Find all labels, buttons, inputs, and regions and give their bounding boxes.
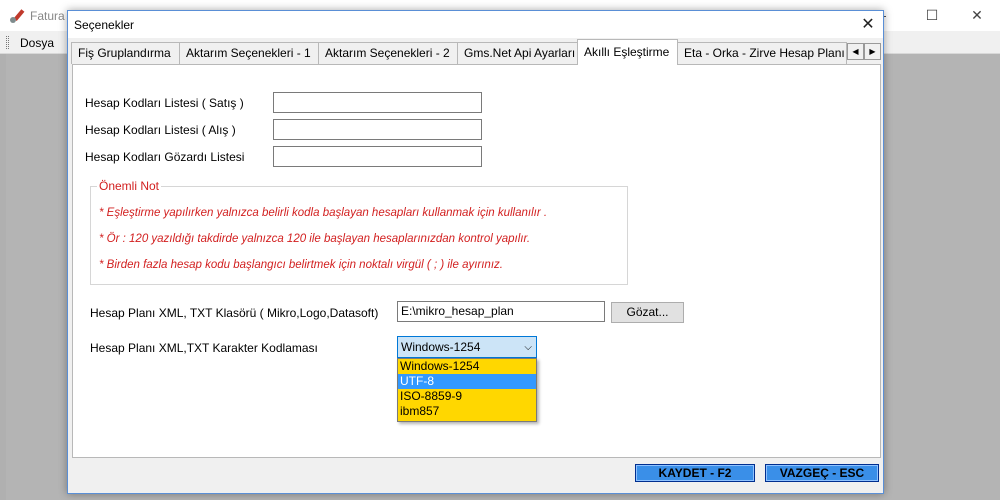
tab-strip: Fiş Gruplandırma Aktarım Seçenekleri - 1… — [71, 39, 881, 65]
note-line-2: * Ör : 120 yazıldığı takdirde yalnızca 1… — [99, 233, 531, 245]
encoding-option-ibm857[interactable]: ibm857 — [398, 404, 536, 419]
encoding-option-windows-1254[interactable]: Windows-1254 — [398, 359, 536, 374]
cancel-button[interactable]: VAZGEÇ - ESC — [765, 464, 879, 482]
folder-path-input[interactable]: E:\mikro_hesap_plan — [397, 301, 605, 322]
tab-eta-orka-zirve-hesap-plani[interactable]: Eta - Orka - Zirve Hesap Planı — [677, 42, 847, 64]
encoding-dropdown-list: Windows-1254 UTF-8 ISO-8859-9 ibm857 — [397, 358, 537, 422]
tab-scroll-left-icon[interactable]: ◀ — [847, 43, 864, 60]
tab-scroll-right-icon[interactable]: ▶ — [864, 43, 881, 60]
save-button[interactable]: KAYDET - F2 — [635, 464, 755, 482]
important-note-group: Önemli Not * Eşleştirme yapılırken yalnı… — [90, 179, 628, 285]
encoding-option-utf-8[interactable]: UTF-8 — [398, 374, 536, 389]
ignore-codes-label: Hesap Kodları Gözardı Listesi — [85, 150, 245, 164]
browse-button[interactable]: Gözat... — [611, 302, 684, 323]
tab-akilli-eslestirme[interactable]: Akıllı Eşleştirme — [577, 39, 678, 65]
dialog-title: Seçenekler — [74, 18, 135, 32]
encoding-option-iso-8859-9[interactable]: ISO-8859-9 — [398, 389, 536, 404]
encoding-select[interactable]: Windows-1254 ⌵ — [397, 336, 537, 358]
dialog-titlebar: Seçenekler ✕ — [68, 11, 883, 38]
satis-codes-label: Hesap Kodları Listesi ( Satış ) — [85, 96, 244, 110]
menu-item-dosya[interactable]: Dosya — [20, 36, 54, 50]
app-wrench-icon — [10, 9, 25, 23]
encoding-label: Hesap Planı XML,TXT Karakter Kodlaması — [90, 341, 318, 355]
main-window-title: Fatura — [30, 9, 65, 23]
dialog-close-icon[interactable]: ✕ — [853, 11, 883, 38]
tab-aktarim-secenekleri-1[interactable]: Aktarım Seçenekleri - 1 — [179, 42, 319, 64]
note-line-1: * Eşleştirme yapılırken yalnızca belirli… — [99, 207, 548, 219]
options-dialog: Seçenekler ✕ Fiş Gruplandırma Aktarım Se… — [67, 10, 884, 494]
satis-codes-input[interactable] — [273, 92, 482, 113]
main-window-background — [0, 54, 6, 500]
folder-label: Hesap Planı XML, TXT Klasörü ( Mikro,Log… — [90, 306, 379, 320]
tab-aktarim-secenekleri-2[interactable]: Aktarım Seçenekleri - 2 — [318, 42, 458, 64]
alis-codes-label: Hesap Kodları Listesi ( Alış ) — [85, 123, 236, 137]
maximize-button[interactable]: ☐ — [909, 4, 955, 26]
tab-fis-gruplandirma[interactable]: Fiş Gruplandırma — [71, 42, 180, 64]
close-button[interactable]: ✕ — [954, 4, 1000, 26]
chevron-down-icon: ⌵ — [524, 342, 532, 353]
alis-codes-input[interactable] — [273, 119, 482, 140]
important-note-title: Önemli Not — [97, 179, 162, 193]
tab-gms-net-api-ayarlari[interactable]: Gms.Net Api Ayarları — [457, 42, 578, 64]
tab-page-akilli-eslestirme: Hesap Kodları Listesi ( Satış ) Hesap Ko… — [72, 64, 881, 458]
ignore-codes-input[interactable] — [273, 146, 482, 167]
encoding-selected-value: Windows-1254 — [401, 340, 481, 354]
toolbar-grip-icon — [6, 36, 9, 49]
note-line-3: * Birden fazla hesap kodu başlangıcı bel… — [99, 259, 503, 271]
